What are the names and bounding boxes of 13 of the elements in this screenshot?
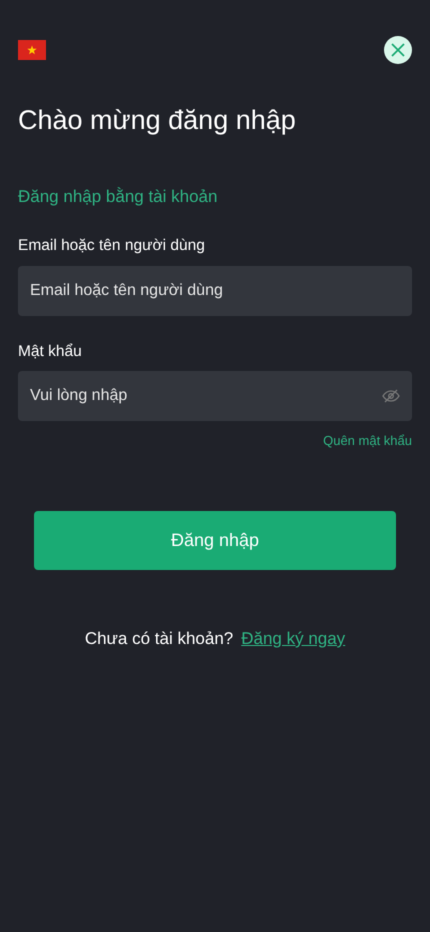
- forgot-password-link[interactable]: Quên mật khẩu: [323, 432, 412, 448]
- input-field[interactable]: Email hoặc tên người dùng: [18, 266, 412, 316]
- field-label: Email hoặc tên người dùng: [18, 236, 206, 256]
- password-field[interactable]: Vui lòng nhập: [18, 370, 412, 421]
- signup-prompt: Chưa có tài khoản?: [84, 628, 234, 650]
- signup-link[interactable]: Đăng ký ngay: [241, 626, 346, 652]
- login-method-tab[interactable]: Đăng nhập bằng tài khoản: [18, 187, 218, 206]
- flag-icon[interactable]: [18, 40, 46, 60]
- hidden-eye-icon[interactable]: [382, 388, 400, 403]
- field-label: Mật khẩu: [18, 342, 83, 362]
- close-button[interactable]: [384, 36, 412, 64]
- page-title: Chào mừng đăng nhập: [18, 104, 297, 136]
- close-icon: [390, 42, 406, 58]
